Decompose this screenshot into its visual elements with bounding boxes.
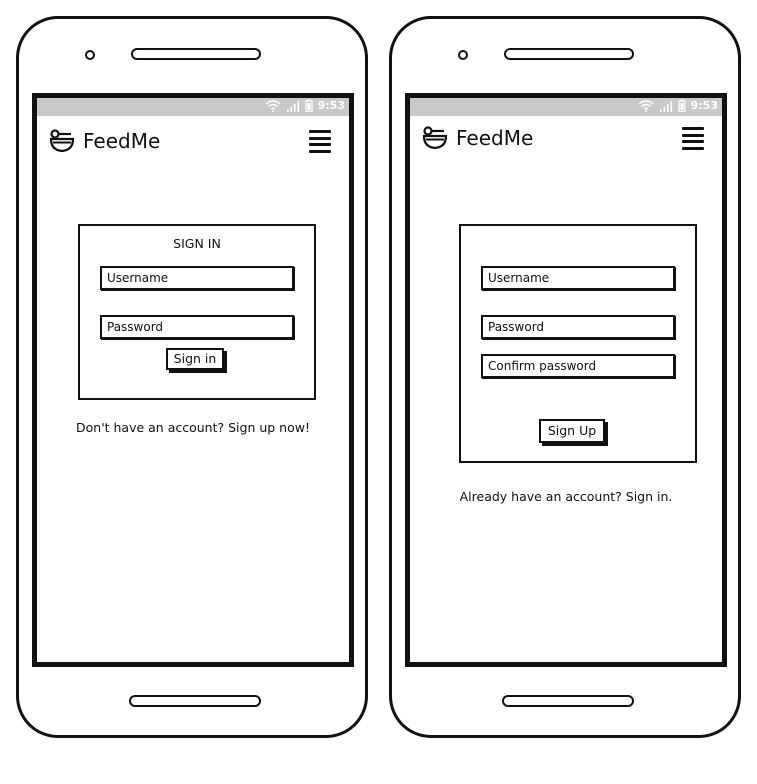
hamburger-menu-icon[interactable] [682,127,704,150]
home-button[interactable] [129,695,261,707]
app-header: FeedMe [410,116,722,166]
wifi-icon [265,99,281,112]
signin-link[interactable]: Already have an account? Sign in. [410,489,722,504]
hamburger-menu-icon[interactable] [309,130,331,153]
signal-icon [286,100,299,112]
password-input[interactable]: Password [100,315,294,339]
camera-dot [85,50,95,60]
phone-frame-signup: 9:53 FeedMe Username Password Confirm pa… [389,16,741,738]
battery-icon [305,99,313,112]
home-button[interactable] [502,695,634,707]
bowl-logo-icon [49,129,75,153]
signin-screen: 9:53 FeedMe SIGN IN Username Password Si [32,93,354,667]
signup-screen: 9:53 FeedMe Username Password Confirm pa… [405,93,727,667]
signal-icon [659,100,672,112]
signup-link[interactable]: Don't have an account? Sign up now! [37,420,349,435]
speaker-slot [504,48,634,60]
brand-name: FeedMe [456,126,534,150]
username-input[interactable]: Username [481,266,675,290]
camera-dot [458,50,468,60]
signin-button[interactable]: Sign in [166,348,224,370]
speaker-slot [131,48,261,60]
battery-icon [678,99,686,112]
brand-logo[interactable]: FeedMe [49,128,160,154]
app-header: FeedMe [37,116,349,166]
signup-button[interactable]: Sign Up [539,419,605,443]
status-bar: 9:53 [37,98,349,116]
password-input[interactable]: Password [481,315,675,339]
brand-logo[interactable]: FeedMe [422,125,533,151]
wifi-icon [638,99,654,112]
status-time: 9:53 [317,99,345,112]
bowl-logo-icon [422,126,448,150]
username-input[interactable]: Username [100,266,294,290]
status-time: 9:53 [690,99,718,112]
signup-card: Username Password Confirm password Sign … [459,224,697,463]
phone-frame-signin: 9:53 FeedMe SIGN IN Username Password Si [16,16,368,738]
signin-title: SIGN IN [173,236,221,251]
brand-name: FeedMe [83,129,161,153]
signin-card: SIGN IN Username Password Sign in [78,224,316,400]
status-bar: 9:53 [410,98,722,116]
confirm-password-input[interactable]: Confirm password [481,354,675,378]
